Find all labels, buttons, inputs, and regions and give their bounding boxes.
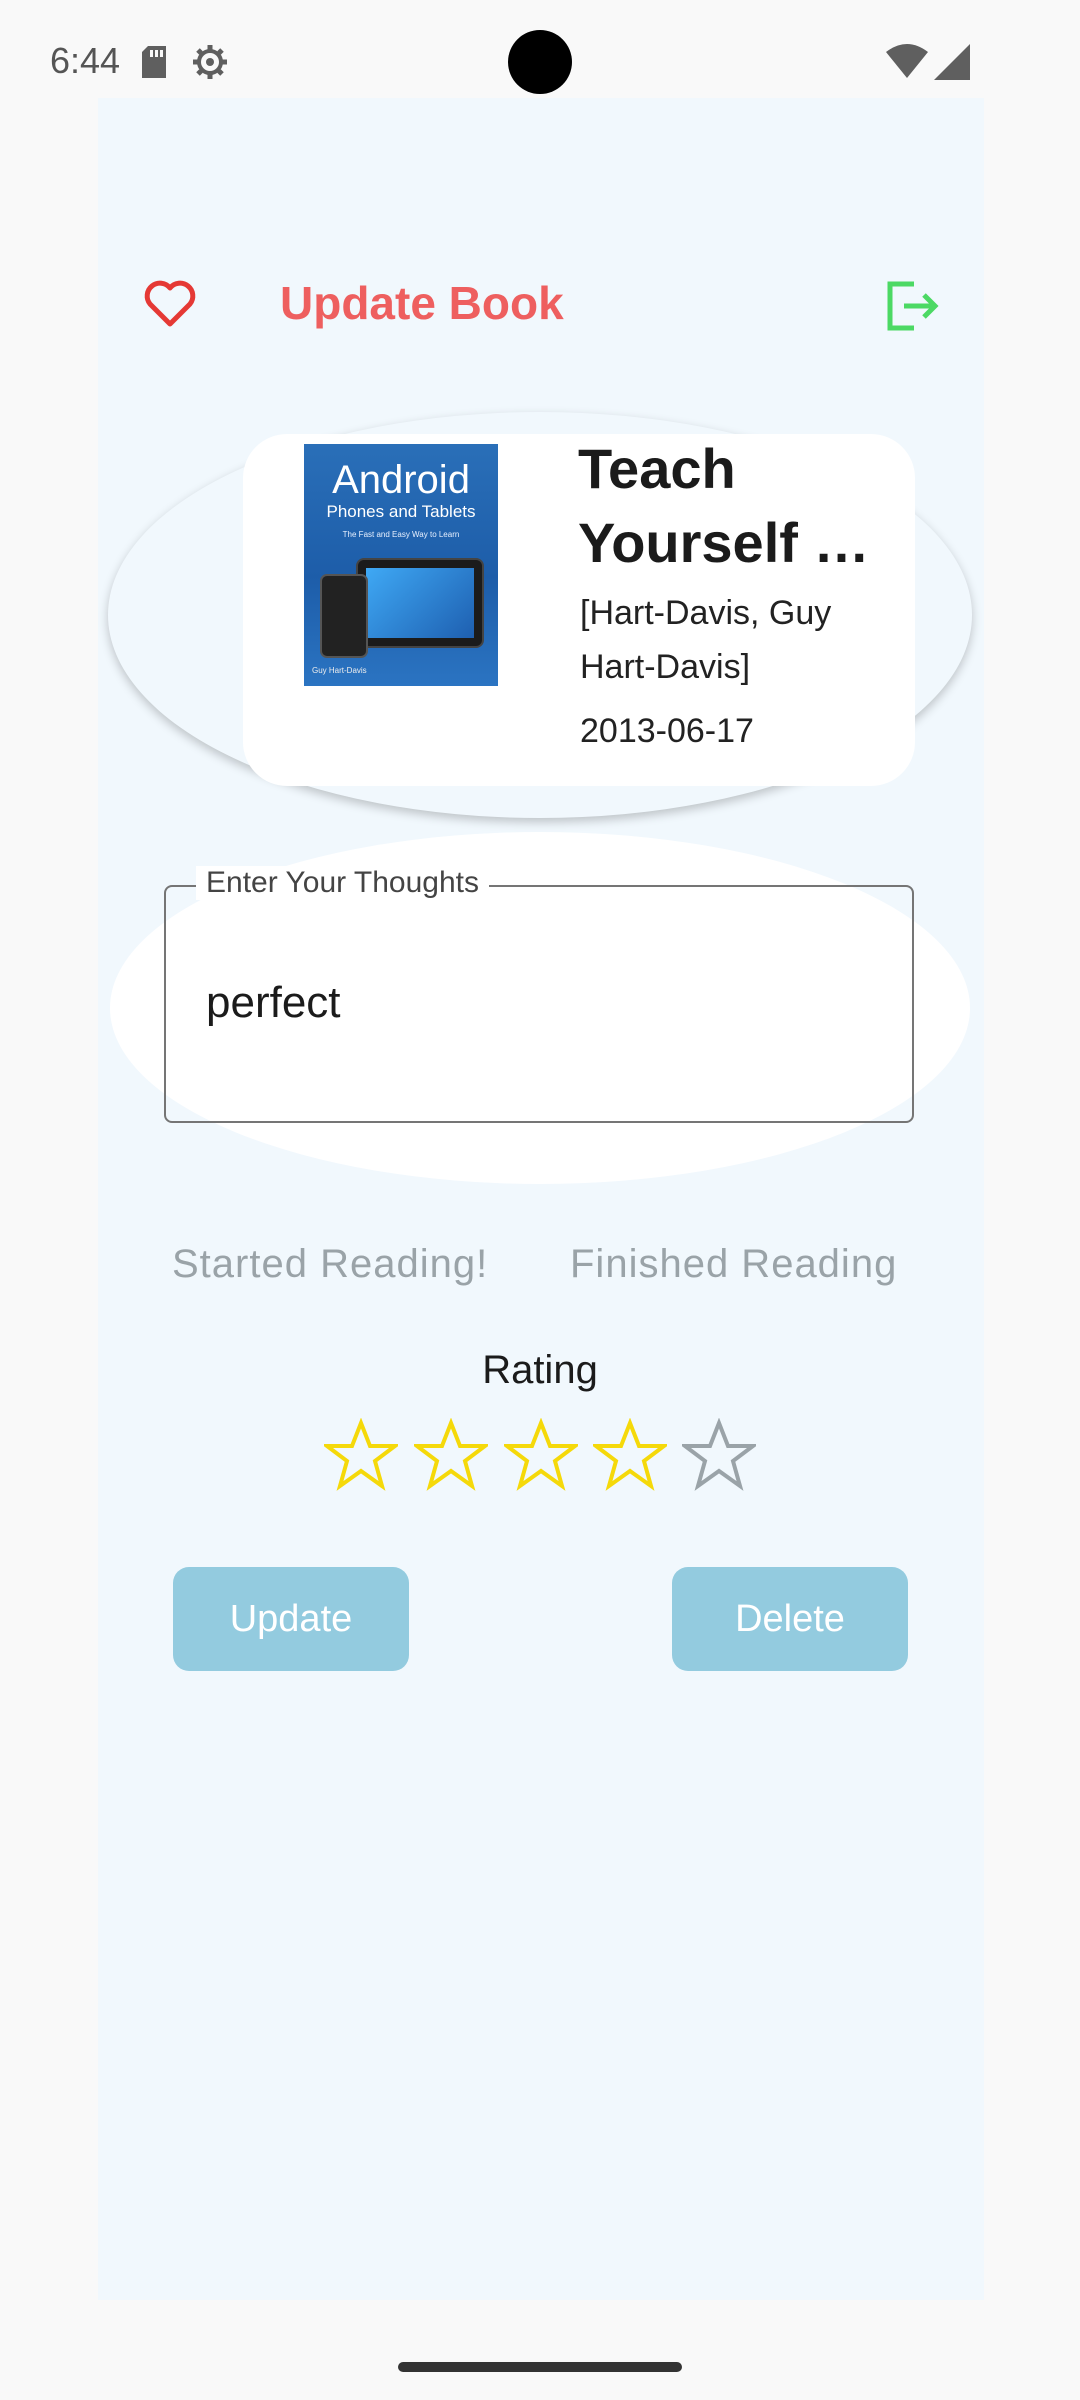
status-time: 6:44	[50, 40, 121, 81]
finished-reading-button[interactable]: Finished Reading	[570, 1242, 897, 1287]
sd-card-icon	[142, 46, 166, 78]
home-indicator[interactable]	[398, 2362, 682, 2372]
cover-tagline-text: The Fast and Easy Way to Learn	[342, 530, 460, 539]
started-reading-button[interactable]: Started Reading!	[172, 1242, 488, 1287]
rating-star-4-icon[interactable]	[590, 1417, 670, 1492]
page-title: Update Book	[280, 277, 564, 329]
settings-gear-icon	[193, 45, 227, 79]
rating-star-3-icon[interactable]	[501, 1417, 581, 1492]
book-title-line-1: Teach	[578, 437, 736, 500]
thoughts-input-label: Enter Your Thoughts	[196, 866, 489, 900]
rating-label: Rating	[482, 1348, 598, 1392]
book-published-date: 2013-06-17	[580, 712, 754, 750]
logout-icon[interactable]	[884, 280, 940, 332]
book-title: Teach Yourself Visually Android Phones a…	[578, 432, 888, 580]
book-cover-image: Android Phones and Tablets The Fast and …	[304, 444, 498, 686]
update-button[interactable]: Update	[173, 1567, 409, 1671]
cellular-signal-icon	[934, 44, 970, 80]
cover-author-text: Guy Hart-Davis	[312, 666, 367, 675]
cover-brand-text: Android	[332, 458, 470, 502]
rating-star-2-icon[interactable]	[411, 1417, 491, 1492]
cover-subtitle-text: Phones and Tablets	[326, 502, 476, 521]
book-authors: [Hart-Davis, Guy Hart-Davis]	[580, 594, 832, 686]
rating-star-1-icon[interactable]	[321, 1417, 401, 1492]
front-camera-cutout	[508, 30, 572, 94]
heart-icon[interactable]	[144, 280, 196, 328]
cover-phone-graphic	[320, 574, 368, 658]
rating-star-5-icon[interactable]	[679, 1417, 759, 1492]
book-title-line-2: Yourself Visually Android Phones and Tab…	[578, 511, 888, 574]
thoughts-input-value[interactable]: perfect	[206, 978, 341, 1028]
wifi-icon	[886, 44, 928, 78]
delete-button[interactable]: Delete	[672, 1567, 908, 1671]
cover-tablet-graphic	[356, 558, 484, 648]
